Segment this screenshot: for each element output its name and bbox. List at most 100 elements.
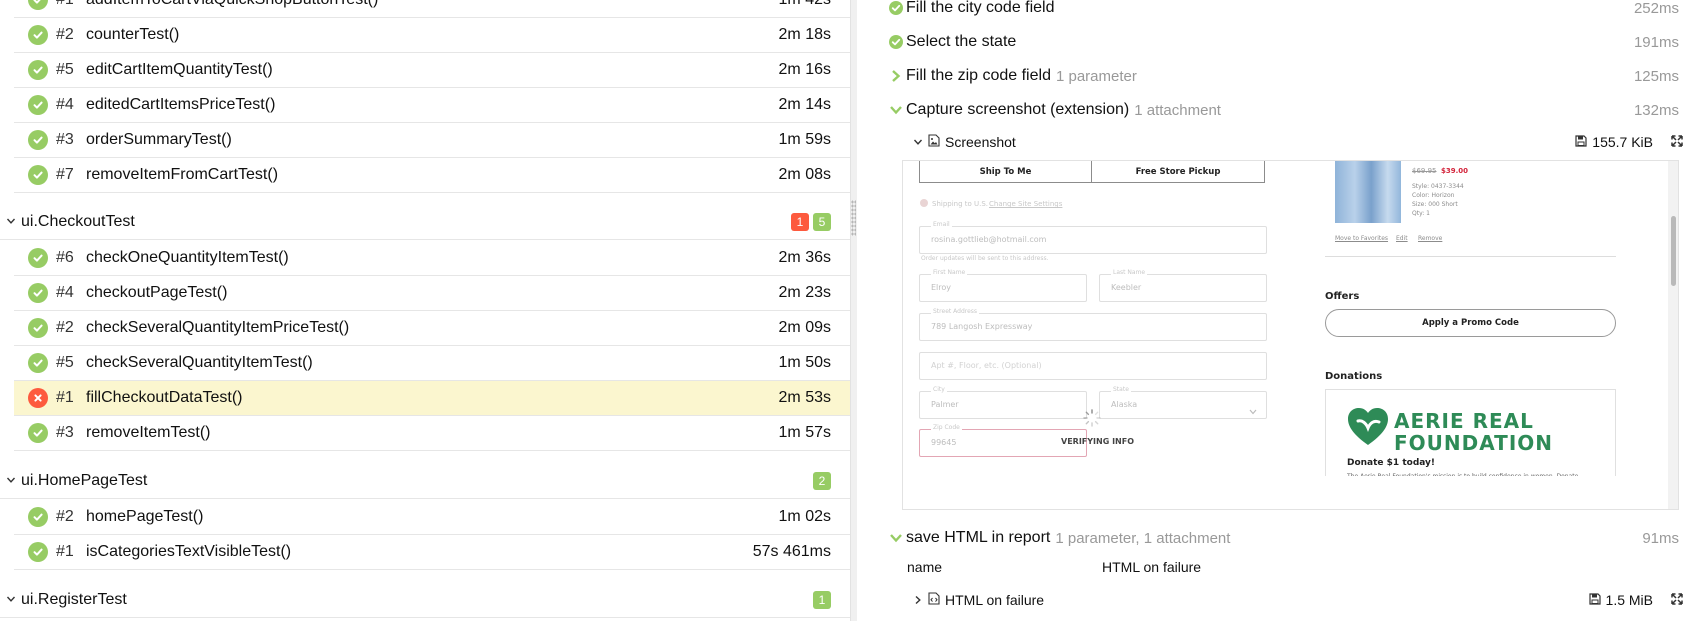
test-duration: 2m 23s [778, 284, 831, 301]
test-row[interactable]: #2 checkSeveralQuantityItemPriceTest() 2… [14, 311, 850, 346]
screenshot-scrollbar[interactable] [1668, 161, 1678, 509]
aerie-heart-logo [1346, 407, 1390, 451]
attachment-name: HTML on failure [945, 592, 1045, 608]
passed-icon [28, 60, 48, 80]
test-row[interactable]: #1 addItemToCartViaQuickShopButtonTest()… [14, 0, 850, 18]
expand-icon[interactable] [1671, 134, 1683, 150]
zip-label: Zip Code [931, 424, 962, 431]
chevron-down-icon [6, 213, 16, 230]
test-row[interactable]: #4 checkoutPageTest() 2m 23s [14, 276, 850, 311]
test-duration: 1m 42s [779, 0, 831, 9]
step-row[interactable]: Select the state 191ms [889, 28, 1679, 56]
state-value: Alaska [1111, 400, 1138, 409]
step-row[interactable]: Capture screenshot (extension) 1 attachm… [889, 96, 1679, 124]
test-number: #7 [56, 166, 74, 183]
test-row[interactable]: #2 homePageTest() 1m 02s [14, 500, 850, 535]
last-name-value: Keebler [1111, 283, 1142, 292]
test-name: homePageTest() [86, 508, 204, 525]
test-row[interactable]: #3 orderSummaryTest() 1m 59s [14, 123, 850, 158]
chevron-down-icon [1249, 401, 1257, 419]
step-name: Fill the city code field [906, 0, 1055, 16]
first-name-label: First Name [931, 269, 968, 276]
parameter-value: HTML on failure [1102, 559, 1202, 575]
passed-icon [28, 353, 48, 373]
test-row[interactable]: #6 checkOneQuantityItemTest() 2m 36s [14, 241, 850, 276]
check-icon [889, 1, 903, 15]
test-group-register[interactable]: ui.RegisterTest 1 [0, 582, 850, 617]
aerie-brand-line2: FOUNDATION [1394, 431, 1553, 455]
test-number: #6 [56, 249, 74, 266]
step-meta: 1 attachment [1134, 101, 1221, 119]
test-duration: 1m 57s [778, 424, 831, 441]
test-duration: 2m 36s [778, 249, 831, 266]
apply-promo-button: Apply a Promo Code [1325, 309, 1616, 337]
expand-icon[interactable] [1671, 592, 1683, 608]
test-row[interactable]: #1 isCategoriesTextVisibleTest() 57s 461… [14, 535, 850, 570]
step-name: save HTML in report [906, 529, 1051, 546]
test-duration: 1m 59s [778, 131, 831, 148]
parameter-name: name [907, 559, 943, 575]
step-row[interactable]: Fill the city code field 252ms [889, 0, 1679, 22]
attachment-row-html[interactable]: HTML on failure 1.5 MiB [913, 589, 1685, 611]
verifying-info-text: VERIFYING INFO [1061, 437, 1135, 446]
test-row[interactable]: #2 counterTest() 2m 18s [14, 18, 850, 53]
attachment-size: 1.5 MiB [1605, 592, 1653, 608]
test-group-checkout[interactable]: ui.CheckoutTest 1 5 [0, 204, 850, 239]
step-row[interactable]: Fill the zip code field 1 parameter 125m… [889, 62, 1679, 90]
test-number: #1 [56, 0, 86, 9]
passed-icon [28, 542, 48, 562]
street-value: 789 Langosh Expressway [931, 322, 1033, 331]
group-name: ui.CheckoutTest [21, 212, 135, 230]
test-name: removeItemTest() [86, 424, 211, 441]
step-duration: 252ms [1633, 0, 1679, 17]
apt-placeholder: Apt #, Floor, etc. (Optional) [931, 361, 1042, 370]
test-row[interactable]: #3 removeItemTest() 1m 57s [14, 416, 850, 451]
test-name: checkSeveralQuantityItemPriceTest() [86, 319, 350, 336]
ship-to-me-tab: Ship To Me [919, 161, 1092, 183]
aerie-brand-line1: AERIE REAL [1394, 409, 1534, 433]
save-icon[interactable] [1588, 592, 1601, 608]
passed-icon [28, 25, 48, 45]
edit-link: Edit [1396, 235, 1408, 242]
passed-icon [28, 0, 48, 10]
attachment-row-screenshot[interactable]: Screenshot 155.7 KiB [913, 131, 1685, 153]
chevron-down-icon [889, 531, 903, 545]
attachment-size: 155.7 KiB [1592, 134, 1653, 150]
test-number: #5 [56, 354, 74, 371]
step-name: Select the state [906, 33, 1017, 50]
save-icon[interactable] [1575, 134, 1587, 150]
test-details-pane: Fill the city code field 252ms Select th… [857, 0, 1687, 621]
step-row[interactable]: save HTML in report 1 parameter, 1 attac… [889, 524, 1679, 552]
test-row-failed[interactable]: #1 fillCheckoutDataTest() 2m 53s [14, 381, 850, 416]
sale-price: $39.00 [1441, 167, 1469, 175]
test-row[interactable]: #5 editCartItemQuantityTest() 2m 16s [14, 53, 850, 88]
scrollbar-thumb[interactable] [1671, 216, 1676, 286]
test-row[interactable]: #4 editedCartItemsPriceTest() 2m 14s [14, 88, 850, 123]
test-number: #2 [56, 319, 74, 336]
chevron-down-icon [889, 103, 903, 117]
first-name-value: Elroy [931, 283, 952, 292]
passed-icon [28, 165, 48, 185]
test-group-homepage[interactable]: ui.HomePageTest 2 [0, 463, 850, 498]
test-name: checkSeveralQuantityItemTest() [86, 354, 313, 371]
test-row[interactable]: #5 checkSeveralQuantityItemTest() 1m 50s [14, 346, 850, 381]
state-label: State [1111, 386, 1131, 393]
chevron-down-icon [6, 591, 16, 608]
drag-handle-icon[interactable] [851, 200, 856, 236]
test-number: #5 [56, 61, 74, 78]
test-duration: 2m 16s [778, 61, 831, 78]
offers-heading: Offers [1325, 291, 1360, 302]
product-style: Style: 0437-3344 [1412, 183, 1464, 190]
test-name: removeItemFromCartTest() [86, 166, 279, 183]
street-label: Street Address [931, 308, 980, 315]
pane-divider[interactable] [850, 0, 857, 621]
test-duration: 1m 50s [778, 354, 831, 371]
test-duration: 57s 461ms [752, 543, 831, 560]
test-duration: 2m 09s [778, 319, 831, 336]
step-name: Capture screenshot (extension) [906, 101, 1130, 118]
screenshot-preview[interactable]: Ship To Me Free Store Pickup Shipping to… [902, 160, 1679, 510]
test-row[interactable]: #7 removeItemFromCartTest() 2m 08s [14, 158, 850, 193]
test-number: #4 [56, 96, 74, 113]
passed-icon [28, 423, 48, 443]
passed-icon [28, 318, 48, 338]
